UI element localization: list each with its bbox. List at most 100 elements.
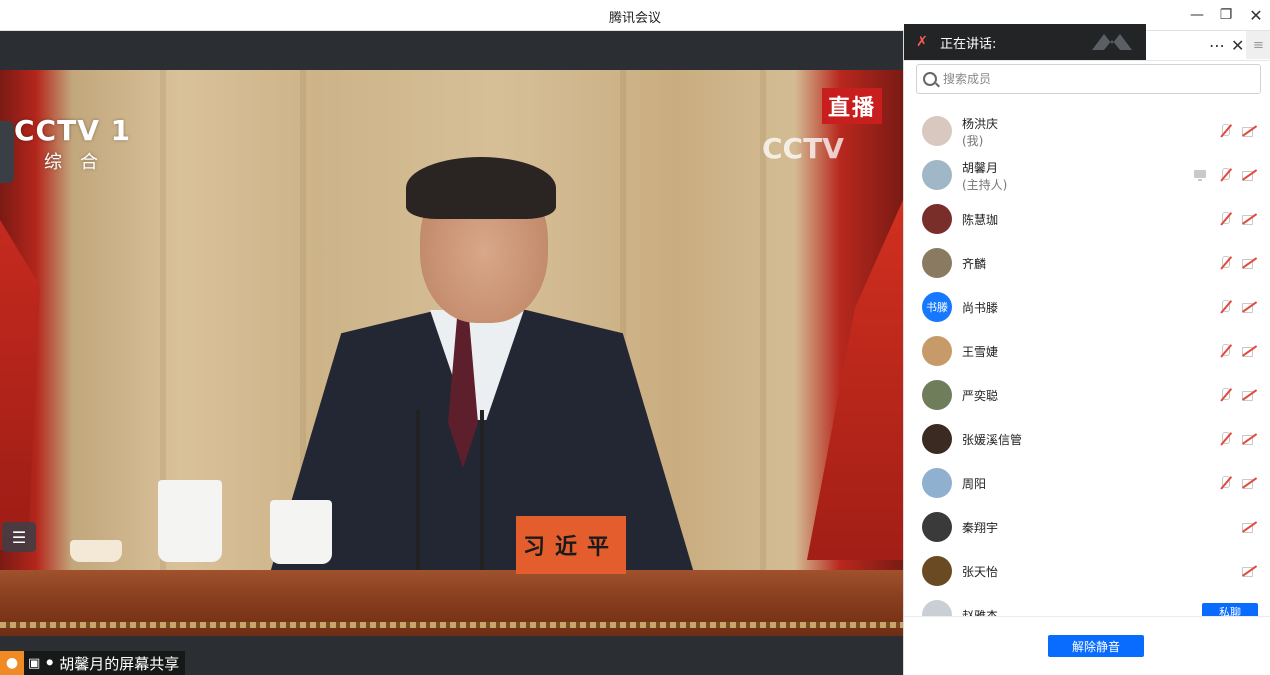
camera-off-icon[interactable]	[1241, 519, 1257, 535]
mic-off-icon[interactable]	[1217, 123, 1233, 139]
camera-off-icon[interactable]	[1241, 387, 1257, 403]
menu-icon[interactable]: ≡	[1246, 31, 1270, 59]
member-status-icons	[1217, 387, 1257, 403]
avatar	[922, 512, 952, 542]
tea-cup	[158, 480, 222, 562]
panel-tools: ⋯ ✕	[1209, 33, 1244, 57]
member-status-icons	[1217, 343, 1257, 359]
member-row[interactable]: 陈慧珈	[904, 197, 1270, 241]
private-chat-button[interactable]: 私聊	[1202, 603, 1258, 617]
member-search[interactable]	[916, 64, 1261, 94]
camera-off-icon[interactable]	[1241, 431, 1257, 447]
microphone	[416, 410, 420, 570]
mic-muted-icon: ✗	[916, 34, 928, 50]
member-name: 尚书滕	[962, 301, 999, 315]
screen-share-label: ● ▣ ⚫ 胡馨月的屏幕共享	[0, 651, 186, 675]
avatar	[922, 116, 952, 146]
camera-off-icon[interactable]	[1241, 255, 1257, 271]
camera-off-icon[interactable]	[1241, 563, 1257, 579]
channel-sub: 综合	[44, 152, 116, 173]
mic-off-icon[interactable]	[1217, 343, 1233, 359]
shared-screen-area: CCTV 1 综合 直播 CCTV 习近平 ☰ ● ▣ ⚫ 胡馨月的屏幕共享	[0, 31, 903, 675]
close-icon[interactable]: ✕	[1246, 6, 1266, 25]
member-row[interactable]: 严奕聪	[904, 373, 1270, 417]
member-status-icons	[1241, 563, 1257, 579]
speaking-label: 正在讲话:	[940, 36, 997, 52]
minimize-icon[interactable]: —	[1187, 6, 1207, 24]
avatar	[922, 556, 952, 586]
screen-share-icon[interactable]	[1193, 167, 1209, 183]
member-row[interactable]: 张媛溪信管	[904, 417, 1270, 461]
divider	[904, 60, 1270, 61]
microphone	[480, 410, 484, 570]
avatar	[922, 600, 952, 617]
member-row[interactable]: 王雪婕	[904, 329, 1270, 373]
mic-off-icon[interactable]	[1217, 167, 1233, 183]
mic-off-icon[interactable]	[1217, 255, 1233, 271]
member-name: 杨洪庆	[962, 117, 999, 131]
tea-cup	[270, 500, 332, 564]
member-status-icons	[1193, 167, 1257, 183]
user-icon: ●	[0, 651, 24, 675]
tencent-meeting-logo-icon	[1092, 34, 1132, 50]
member-row[interactable]: 张天怡	[904, 549, 1270, 593]
napkin	[70, 540, 122, 562]
avatar	[922, 468, 952, 498]
avatar	[922, 380, 952, 410]
member-row[interactable]: 周阳	[904, 461, 1270, 505]
nameplate: 习近平	[516, 516, 626, 574]
side-collapse-tab[interactable]	[0, 121, 14, 183]
member-name: 王雪婕	[962, 345, 999, 359]
camera-off-icon[interactable]	[1241, 123, 1257, 139]
avatar	[922, 248, 952, 278]
camera-off-icon[interactable]	[1241, 211, 1257, 227]
channel-logo: CCTV 1	[14, 114, 132, 147]
member-name: 周阳	[962, 477, 987, 491]
unmute-button[interactable]: 解除静音	[1048, 635, 1144, 657]
mic-muted-icon: ⚫	[44, 655, 56, 671]
red-flag-left	[0, 220, 40, 550]
panel-footer: 解除静音	[904, 616, 1270, 675]
member-list[interactable]: 杨洪庆 (我) 胡馨月 (主持人) 陈慧珈齐麟书滕 尚书滕王雪婕严奕聪张媛溪信管周阳秦翔宇…	[904, 109, 1270, 617]
corner-logo: CCTV	[762, 132, 844, 165]
avatar	[922, 204, 952, 234]
member-name: 秦翔宇	[962, 521, 999, 535]
panel-close-icon[interactable]: ✕	[1231, 36, 1244, 55]
more-icon[interactable]: ⋯	[1209, 36, 1225, 55]
member-name: 齐麟	[962, 257, 987, 271]
member-status-icons	[1217, 431, 1257, 447]
member-row[interactable]: 齐麟	[904, 241, 1270, 285]
speaking-indicator: ✗ 正在讲话:	[904, 24, 1146, 60]
search-input[interactable]	[943, 72, 1243, 86]
member-role: (主持人)	[962, 178, 1008, 192]
member-status-icons	[1217, 255, 1257, 271]
restore-icon[interactable]: ❐	[1216, 6, 1236, 24]
member-row[interactable]: 杨洪庆 (我)	[904, 109, 1270, 153]
mic-off-icon[interactable]	[1217, 387, 1233, 403]
live-badge: 直播	[822, 88, 883, 124]
member-name: 张天怡	[962, 565, 999, 579]
camera-off-icon[interactable]	[1241, 299, 1257, 315]
mic-off-icon[interactable]	[1217, 431, 1233, 447]
mic-off-icon[interactable]	[1217, 299, 1233, 315]
mic-off-icon[interactable]	[1217, 211, 1233, 227]
member-name: 胡馨月	[962, 161, 999, 175]
member-status-icons	[1241, 519, 1257, 535]
camera-off-icon[interactable]	[1241, 475, 1257, 491]
member-row[interactable]: 秦翔宇	[904, 505, 1270, 549]
red-flag-right	[807, 200, 903, 560]
member-name: 张媛溪信管	[962, 433, 1023, 447]
video-frame: CCTV 1 综合 直播 CCTV 习近平	[0, 70, 903, 636]
camera-off-icon[interactable]	[1241, 167, 1257, 183]
search-icon	[923, 72, 937, 86]
member-row[interactable]: 胡馨月 (主持人)	[904, 153, 1270, 197]
mic-off-icon[interactable]	[1217, 475, 1233, 491]
camera-off-icon[interactable]	[1241, 343, 1257, 359]
list-icon[interactable]: ☰	[2, 522, 36, 552]
member-status-icons	[1217, 299, 1257, 315]
member-status-icons	[1217, 123, 1257, 139]
avatar	[922, 424, 952, 454]
member-panel: ✗ 正在讲话: ⋯ ✕ ≡ 杨洪庆 (我) 胡馨月 (主持人) 陈慧珈齐麟书滕尚书滕王雪…	[903, 24, 1270, 675]
speaker-hair	[406, 157, 556, 219]
member-row[interactable]: 书滕 尚书滕	[904, 285, 1270, 329]
